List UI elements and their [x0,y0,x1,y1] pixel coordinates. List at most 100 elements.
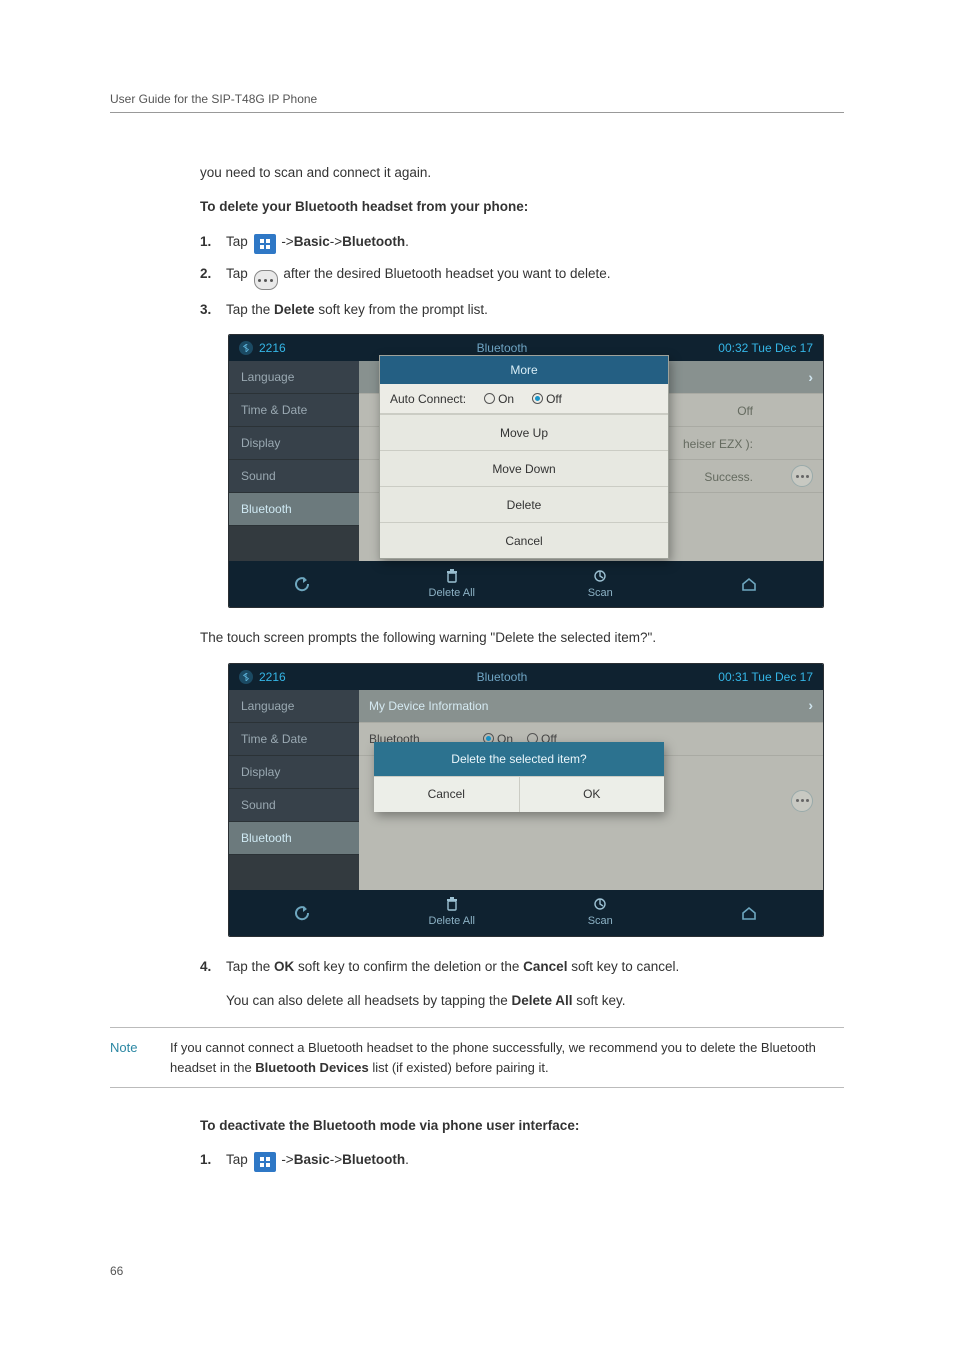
auto-connect-label: Auto Connect: [390,390,466,408]
context-menu: More Auto Connect: On Off Move Up Move D… [379,355,669,559]
delete-all-label: Delete All [429,913,475,930]
intro-paragraph: you need to scan and connect it again. [200,163,844,183]
step-number: 4. [200,957,216,977]
sidebar-item-time-date[interactable]: Time & Date [229,723,359,756]
main-panel: › Off heiser EZX ): Success. More [359,361,823,561]
off-label: Off [737,402,753,420]
ok-word: OK [274,959,294,974]
menu-move-down[interactable]: Move Down [380,450,668,486]
extension-label: 2216 [259,339,286,357]
step-text: after the desired Bluetooth headset you … [283,266,610,281]
step-body: Tap the OK soft key to confirm the delet… [226,957,679,977]
bluetooth-status-icon [239,341,253,355]
back-button[interactable] [229,890,378,936]
menu-delete[interactable]: Delete [380,486,668,522]
step-text: Tap [226,266,248,281]
sidebar-item-language[interactable]: Language [229,690,359,723]
chevron-right-icon: › [808,695,813,716]
main-panel: My Device Information › Bluetooth On Off… [359,690,823,890]
cancel-word: Cancel [523,959,567,974]
scan-button[interactable]: Scan [526,561,675,607]
screenshot-1: 2216 Bluetooth 00:32 Tue Dec 17 Language… [228,334,824,608]
note-block: Note If you cannot connect a Bluetooth h… [110,1027,844,1088]
step-body: Tap the Delete soft key from the prompt … [226,300,488,320]
sidebar: Language Time & Date Display Sound Bluet… [229,361,359,561]
step-text: Tap [226,234,248,249]
step-text: Tap the [226,302,274,317]
device-suffix-label: heiser EZX ): [683,435,753,453]
step-number: 1. [200,1150,216,1170]
nav-bluetooth: Bluetooth [342,1152,405,1167]
delete-all-label: Delete All [429,585,475,602]
clock-label: 00:31 Tue Dec 17 [718,668,813,686]
arrow-text: -> [330,1152,342,1167]
step-number: 1. [200,232,216,252]
apps-icon [254,1152,276,1172]
dialog-cancel-button[interactable]: Cancel [374,776,519,812]
step-text: soft key to confirm the deletion or the [294,959,523,974]
chevron-right-icon: › [808,367,813,388]
home-button[interactable] [675,561,824,607]
scan-label: Scan [588,585,613,602]
dot: . [405,234,409,249]
step-number: 3. [200,300,216,320]
more-icon[interactable] [791,790,813,812]
extension-label: 2216 [259,668,286,686]
confirm-dialog: Delete the selected item? Cancel OK [374,742,664,812]
delete-all-button[interactable]: Delete All [378,890,527,936]
note-body: If you cannot connect a Bluetooth headse… [170,1038,844,1077]
running-head: User Guide for the SIP-T48G IP Phone [110,90,844,113]
radio-off[interactable]: Off [532,390,562,408]
menu-cancel[interactable]: Cancel [380,522,668,558]
delete-all-button[interactable]: Delete All [378,561,527,607]
delete-word: Delete [274,302,315,317]
soft-key-bar: Delete All Scan [229,890,823,936]
text: You can also delete all headsets by tapp… [226,993,511,1008]
step-body: Tap ->Basic->Bluetooth. [226,232,409,254]
deactivate-heading: To deactivate the Bluetooth mode via pho… [200,1116,844,1136]
sidebar: Language Time & Date Display Sound Bluet… [229,690,359,890]
clock-label: 00:32 Tue Dec 17 [718,339,813,357]
step-text: soft key from the prompt list. [315,302,488,317]
sidebar-item-sound[interactable]: Sound [229,789,359,822]
arrow-text: -> [330,234,342,249]
menu-move-up[interactable]: Move Up [380,414,668,450]
sidebar-item-language[interactable]: Language [229,361,359,394]
note-text: list (if existed) before pairing it. [369,1060,549,1075]
screen-title: Bluetooth [286,668,719,686]
sidebar-item-bluetooth[interactable]: Bluetooth [229,493,359,526]
step-1: 1. Tap ->Basic->Bluetooth. [200,232,844,254]
scan-label: Scan [588,913,613,930]
step-3: 3. Tap the Delete soft key from the prom… [200,300,844,320]
step-4: 4. Tap the OK soft key to confirm the de… [200,957,844,977]
radio-on[interactable]: On [484,390,514,408]
more-icon [254,270,278,290]
page-number: 66 [110,1262,844,1280]
titlebar: 2216 Bluetooth 00:31 Tue Dec 17 [229,664,823,690]
nav-basic: Basic [294,1152,330,1167]
dialog-header: Delete the selected item? [374,742,664,776]
apps-icon [254,234,276,254]
step-body: Tap after the desired Bluetooth headset … [226,264,611,291]
delete-heading: To delete your Bluetooth headset from yo… [200,197,844,217]
my-device-label: My Device Information [369,697,488,715]
sidebar-item-bluetooth[interactable]: Bluetooth [229,822,359,855]
screenshot-2: 2216 Bluetooth 00:31 Tue Dec 17 Language… [228,663,824,937]
sidebar-item-time-date[interactable]: Time & Date [229,394,359,427]
deact-step-1: 1. Tap ->Basic->Bluetooth. [200,1150,844,1172]
more-icon[interactable] [791,465,813,487]
my-device-row[interactable]: My Device Information › [359,690,823,723]
sidebar-item-sound[interactable]: Sound [229,460,359,493]
arrow-text: -> [281,1152,293,1167]
between-shots-text: The touch screen prompts the following w… [200,628,844,648]
sidebar-item-display[interactable]: Display [229,427,359,460]
delete-all-word: Delete All [511,993,572,1008]
sidebar-item-display[interactable]: Display [229,756,359,789]
nav-basic: Basic [294,234,330,249]
bluetooth-status-icon [239,670,253,684]
dialog-ok-button[interactable]: OK [519,776,665,812]
scan-button[interactable]: Scan [526,890,675,936]
home-button[interactable] [675,890,824,936]
nav-bluetooth: Bluetooth [342,234,405,249]
back-button[interactable] [229,561,378,607]
